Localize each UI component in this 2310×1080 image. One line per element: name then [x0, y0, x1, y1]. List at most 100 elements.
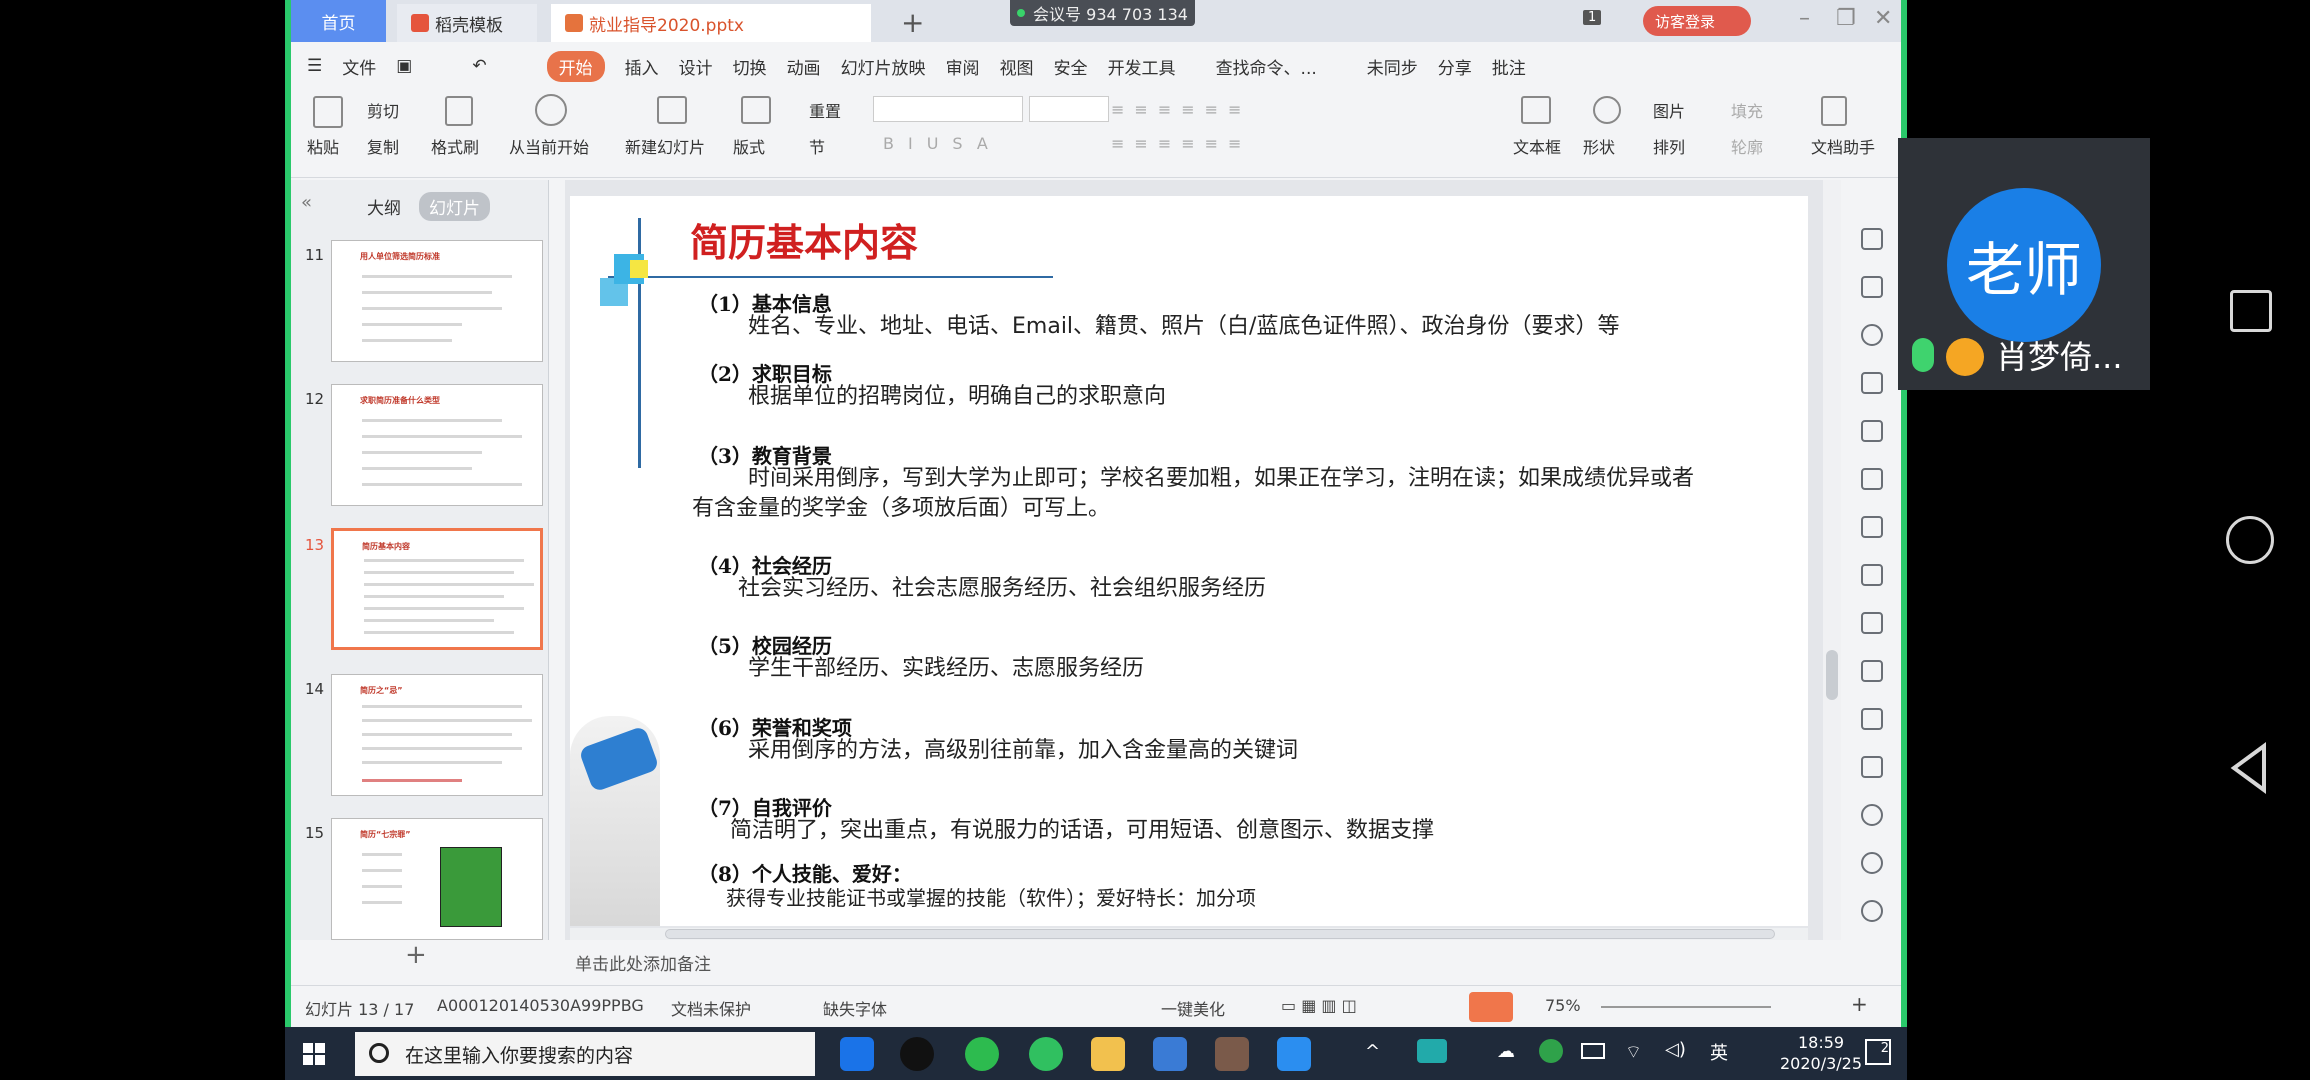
- play-from-current-icon[interactable]: [535, 94, 567, 126]
- help-icon[interactable]: [1861, 900, 1883, 922]
- tab-document[interactable]: 就业指导2020.pptx: [551, 4, 871, 42]
- taskbar-search-input[interactable]: 在这里输入你要搜索的内容: [355, 1032, 815, 1076]
- teacher-video-tile[interactable]: 老师 肖梦倚...: [1898, 138, 2150, 390]
- close-icon[interactable]: ✕: [1874, 6, 1892, 31]
- browser-icon[interactable]: [1029, 1037, 1063, 1071]
- menu-view[interactable]: 视图: [1000, 54, 1034, 79]
- textbox-icon[interactable]: [1521, 96, 1551, 124]
- slide-thumbnail[interactable]: 简历之“忌”: [331, 674, 543, 796]
- vertical-scroll-thumb[interactable]: [1826, 650, 1838, 700]
- zoom-level[interactable]: 75%: [1545, 996, 1581, 1015]
- android-home-icon[interactable]: [2226, 516, 2274, 564]
- shield-icon[interactable]: [1861, 804, 1883, 826]
- arrange-button[interactable]: 排列: [1653, 134, 1685, 158]
- menu-file[interactable]: 文件: [342, 54, 376, 79]
- grid-icon[interactable]: [1861, 420, 1883, 442]
- notes-placeholder[interactable]: 单击此处添加备注: [575, 950, 711, 975]
- menu-transition[interactable]: 切换: [733, 54, 767, 79]
- doc-helper-button[interactable]: 文档助手: [1811, 134, 1875, 158]
- paste-icon[interactable]: [313, 96, 343, 128]
- doc-helper-icon[interactable]: [1821, 96, 1847, 126]
- beautify-button[interactable]: 一键美化: [1161, 996, 1225, 1020]
- new-slide-icon[interactable]: [657, 96, 687, 124]
- menu-devtools[interactable]: 开发工具: [1108, 54, 1176, 79]
- paste-button[interactable]: 粘贴: [307, 134, 339, 158]
- restore-icon[interactable]: ❐: [1836, 6, 1856, 31]
- layout-button[interactable]: 版式: [733, 134, 765, 158]
- reset-button[interactable]: 重置: [809, 98, 841, 122]
- chart-icon[interactable]: [1861, 468, 1883, 490]
- font-size-dropdown[interactable]: [1029, 96, 1109, 122]
- cut-button[interactable]: 剪切: [367, 98, 399, 122]
- textbox-button[interactable]: 文本框: [1513, 134, 1561, 158]
- picture-button[interactable]: 图片: [1653, 98, 1685, 122]
- image-edit-icon[interactable]: [1861, 564, 1883, 586]
- visitor-login-button[interactable]: 访客登录: [1643, 6, 1751, 36]
- slide-thumbnail[interactable]: 简历“七宗罪”: [331, 818, 543, 940]
- taskbar-clock[interactable]: 18:59 2020/3/25: [1780, 1032, 1862, 1074]
- add-slide-icon[interactable]: +: [405, 940, 427, 970]
- tray-security-icon[interactable]: [1539, 1039, 1563, 1063]
- font-style-buttons[interactable]: BIUSA: [883, 134, 1002, 153]
- slide-canvas[interactable]: 简历基本内容 （1）基本信息 姓名、专业、地址、电话、Email、籍贯、照片（白…: [570, 196, 1808, 926]
- qq-icon[interactable]: [900, 1037, 934, 1071]
- wifi-icon[interactable]: ⌔: [1625, 1041, 1642, 1064]
- search-command[interactable]: 查找命令、...: [1216, 54, 1317, 79]
- cloud-icon[interactable]: ☁: [1497, 1041, 1515, 1062]
- tab-home[interactable]: 首页: [291, 0, 386, 42]
- font-name-dropdown[interactable]: [873, 96, 1023, 122]
- shape-icon[interactable]: [1593, 96, 1621, 124]
- settings-sliders-icon[interactable]: [1861, 516, 1883, 538]
- history-icon[interactable]: [1861, 852, 1883, 874]
- android-back-icon[interactable]: [2228, 742, 2268, 794]
- edge-icon[interactable]: [840, 1037, 874, 1071]
- menu-security[interactable]: 安全: [1054, 54, 1088, 79]
- new-tab-button[interactable]: +: [901, 6, 924, 39]
- menu-review[interactable]: 审阅: [946, 54, 980, 79]
- from-current-button[interactable]: 从当前开始: [509, 134, 589, 158]
- menu-insert[interactable]: 插入: [625, 54, 659, 79]
- app-icon[interactable]: [1215, 1037, 1249, 1071]
- copy-button[interactable]: 复制: [367, 134, 399, 158]
- volume-icon[interactable]: ◁): [1665, 1039, 1686, 1060]
- ime-indicator[interactable]: 英: [1710, 1039, 1728, 1065]
- comment-button[interactable]: 批注: [1492, 54, 1526, 79]
- fill-button[interactable]: 填充: [1731, 98, 1763, 122]
- sync-status[interactable]: 未同步: [1367, 54, 1418, 79]
- format-painter-icon[interactable]: [445, 96, 473, 126]
- paragraph-align-buttons[interactable]: ≡≡≡≡≡≡: [1111, 134, 1251, 153]
- share-out-icon[interactable]: [1861, 612, 1883, 634]
- horizontal-scrollbar[interactable]: [570, 928, 1808, 940]
- notification-icon[interactable]: 2: [1865, 1039, 1891, 1065]
- wechat-icon[interactable]: [965, 1037, 999, 1071]
- menu-start[interactable]: 开始: [546, 50, 605, 82]
- copy-style-icon[interactable]: [1861, 276, 1883, 298]
- play-slideshow-button[interactable]: [1469, 992, 1513, 1022]
- hamburger-icon[interactable]: ☰: [307, 56, 322, 76]
- share-button[interactable]: 分享: [1438, 54, 1472, 79]
- outline-button[interactable]: 轮廓: [1731, 134, 1763, 158]
- paragraph-list-buttons[interactable]: ≡≡≡≡≡≡: [1111, 100, 1251, 119]
- layout-icon[interactable]: [741, 96, 771, 124]
- window-count-badge[interactable]: 1: [1583, 10, 1602, 25]
- save-icon[interactable]: ▣: [396, 56, 412, 76]
- windows-start-icon[interactable]: [303, 1043, 325, 1065]
- battery-icon[interactable]: [1581, 1043, 1605, 1059]
- horizontal-scroll-thumb[interactable]: [665, 929, 1775, 939]
- new-slide-button[interactable]: 新建幻灯片: [625, 134, 705, 158]
- collapse-panel-icon[interactable]: «: [301, 192, 312, 213]
- android-recents-icon[interactable]: [2230, 290, 2272, 332]
- missing-font-status[interactable]: 缺失字体: [823, 996, 887, 1020]
- zoom-in-icon[interactable]: +: [1851, 992, 1868, 1016]
- vertical-scrollbar[interactable]: [1823, 180, 1841, 940]
- undo-icon[interactable]: ↶: [472, 56, 486, 76]
- shape-button[interactable]: 形状: [1583, 134, 1615, 158]
- location-icon[interactable]: [1861, 324, 1883, 346]
- meeting-app-icon[interactable]: [1277, 1037, 1311, 1071]
- picture-icon[interactable]: [1861, 708, 1883, 730]
- wps-icon[interactable]: [1153, 1037, 1187, 1071]
- slide-thumbnail[interactable]: 用人单位筛选简历标准: [331, 240, 543, 362]
- menu-slideshow[interactable]: 幻灯片放映: [841, 54, 926, 79]
- audio-icon[interactable]: [1861, 756, 1883, 778]
- slide-thumbnail-current[interactable]: 简历基本内容: [331, 528, 543, 650]
